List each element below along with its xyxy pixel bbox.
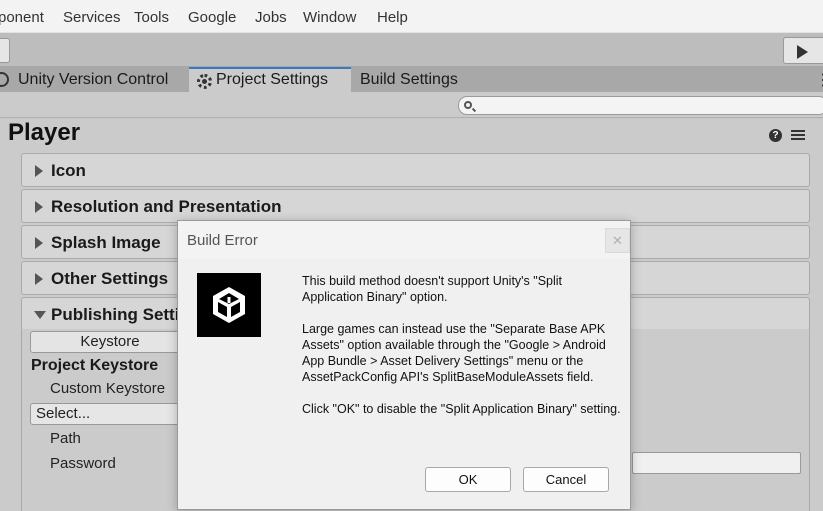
dialog-paragraph: Click "OK" to disable the "Split Applica…	[302, 402, 621, 416]
path-label: Path	[50, 430, 81, 447]
search-row	[0, 92, 823, 118]
menu-bar: ponent Services Tools Google Jobs Window…	[0, 0, 823, 33]
menu-item-jobs[interactable]: Jobs	[255, 9, 287, 26]
tab-label: Project Settings	[216, 71, 329, 88]
toolbar	[0, 33, 823, 67]
chevron-right-icon	[35, 273, 43, 285]
page-title: Player	[8, 119, 81, 146]
play-icon	[797, 45, 808, 59]
keystore-manager-button[interactable]: Keystore	[30, 331, 190, 353]
unity-logo-icon	[197, 273, 261, 337]
section-title: Icon	[51, 161, 86, 180]
menu-item-window[interactable]: Window	[303, 9, 356, 26]
chevron-right-icon	[35, 201, 43, 213]
dialog-paragraph: This build method doesn't support Unity'…	[302, 274, 563, 304]
play-button[interactable]	[783, 37, 823, 64]
tab-unity-version-control[interactable]: Unity Version Control	[0, 67, 188, 92]
version-control-icon	[0, 72, 9, 87]
tab-menu-icon[interactable]: ⋮	[815, 70, 823, 90]
build-error-dialog: Build Error ✕ This build method doesn't …	[177, 220, 631, 510]
gear-icon	[197, 74, 212, 89]
tab-bar: Unity Version Control Project Settings B…	[0, 67, 823, 92]
menu-item-component[interactable]: ponent	[0, 9, 44, 26]
presets-icon[interactable]	[791, 128, 805, 142]
dialog-titlebar: Build Error ✕	[178, 221, 630, 259]
cancel-button[interactable]: Cancel	[523, 467, 609, 492]
section-resolution[interactable]: Resolution and Presentation	[21, 189, 810, 223]
chevron-down-icon	[34, 311, 46, 319]
tab-build-settings[interactable]: Build Settings	[352, 67, 492, 92]
custom-keystore-label: Custom Keystore	[50, 380, 166, 397]
search-input[interactable]	[458, 96, 823, 115]
section-icon[interactable]: Icon	[21, 153, 810, 187]
dialog-title: Build Error	[187, 232, 258, 249]
close-icon[interactable]: ✕	[605, 228, 630, 253]
section-title: Splash Image	[51, 233, 161, 252]
tab-label: Build Settings	[360, 71, 458, 88]
menu-item-google[interactable]: Google	[188, 9, 236, 26]
dialog-message: This build method doesn't support Unity'…	[302, 273, 622, 433]
menu-item-services[interactable]: Services	[63, 9, 121, 26]
chevron-right-icon	[35, 237, 43, 249]
search-icon	[464, 101, 472, 109]
ok-button[interactable]: OK	[425, 467, 511, 492]
help-icon[interactable]: ?	[769, 129, 782, 142]
more-options-icon[interactable]: ⋮	[817, 125, 823, 145]
menu-item-tools[interactable]: Tools	[134, 9, 169, 26]
tab-project-settings[interactable]: Project Settings	[189, 67, 351, 92]
keystore-select-dropdown[interactable]: Select...	[30, 403, 190, 425]
section-title: Other Settings	[51, 269, 169, 288]
menu-item-help[interactable]: Help	[377, 9, 408, 26]
section-title: Resolution and Presentation	[51, 197, 282, 216]
password-label: Password	[50, 455, 116, 472]
section-title: Publishing Setti	[51, 305, 180, 324]
dialog-paragraph: Large games can instead use the "Separat…	[302, 322, 606, 384]
tab-label: Unity Version Control	[18, 71, 169, 88]
keystore-heading: Project Keystore	[31, 357, 159, 374]
toolbar-left-button[interactable]	[0, 38, 10, 63]
chevron-right-icon	[35, 165, 43, 177]
password-field[interactable]	[632, 452, 801, 474]
